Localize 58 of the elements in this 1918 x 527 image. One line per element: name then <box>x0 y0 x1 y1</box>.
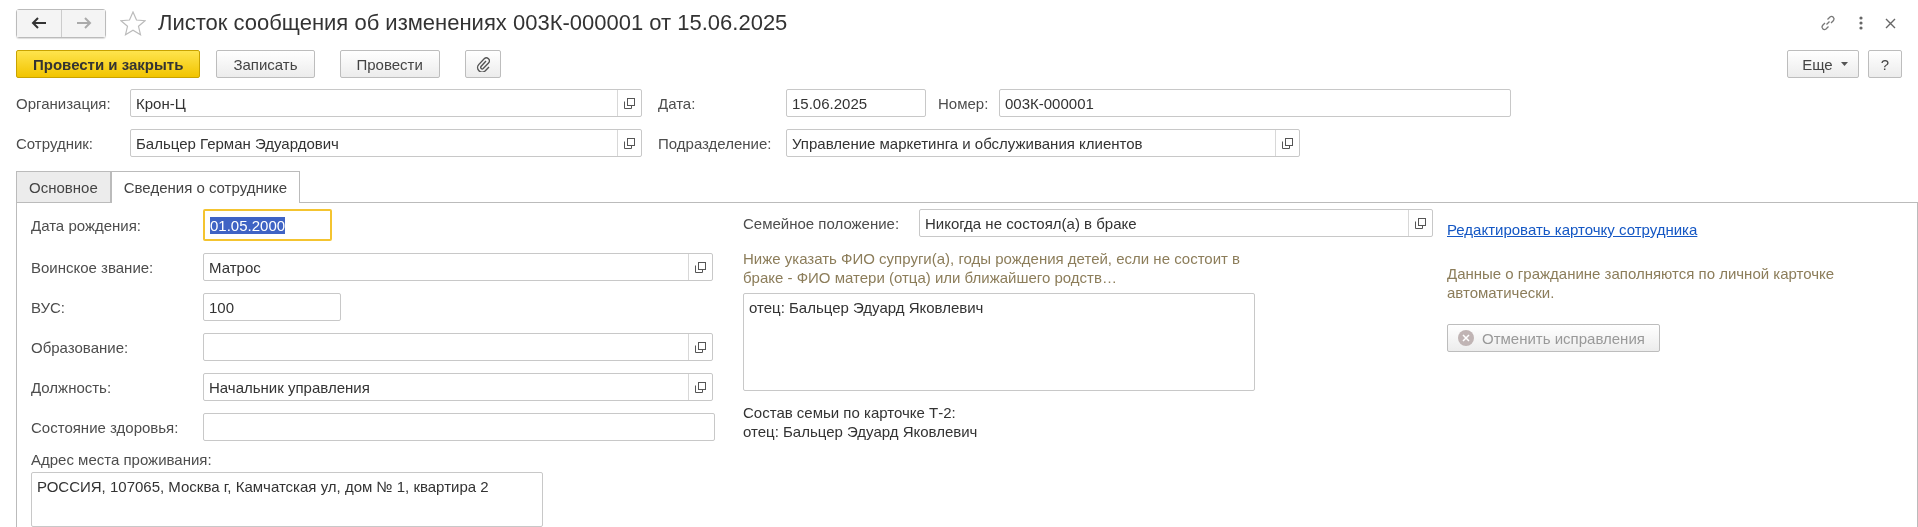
window-title: Листок сообщения об изменениях 003К-000001 от 15.06.2025 <box>158 10 788 36</box>
caret-icon <box>1840 62 1848 66</box>
open-icon <box>695 261 706 273</box>
post-and-close-button[interactable]: Провести и закрыть <box>16 50 201 78</box>
tab[interactable]: Сведения о сотруднике <box>110 171 301 203</box>
link-icon[interactable] <box>1819 14 1837 32</box>
toolbar-button[interactable]: Записать <box>216 50 315 78</box>
input-field[interactable]: Управление маркетинга и обслуживания клиентов <box>786 129 1300 157</box>
edit-link[interactable]: Редактировать карточку сотрудника <box>1447 221 1917 238</box>
field-label: Должность: <box>31 378 113 396</box>
open-icon <box>624 97 635 109</box>
open-icon <box>695 381 706 393</box>
address-field[interactable]: РОССИЯ, 107065, Москва г, Камчатская ул, дом № 1, квартира 2 <box>31 472 543 527</box>
toolbar-button[interactable]: Провести <box>339 50 440 78</box>
open-icon <box>624 137 635 149</box>
back-button[interactable] <box>17 9 61 37</box>
field-label: Организация: <box>16 94 112 112</box>
input-field[interactable]: 003К-000001 <box>999 89 1511 117</box>
info-text: Состав семьи по карточке Т-2: <box>743 403 957 422</box>
field-label: Состояние здоровья: <box>31 418 180 436</box>
field-label: Образование: <box>31 338 130 356</box>
input-field[interactable] <box>203 333 713 361</box>
more-icon[interactable] <box>1859 16 1863 30</box>
input-field[interactable]: Бальцер Герман Эдуардович <box>130 129 642 157</box>
left-arrow-icon <box>31 17 47 29</box>
more-button[interactable]: Еще <box>1787 50 1859 78</box>
help-button[interactable]: ? <box>1867 50 1902 78</box>
field-label: Подразделение: <box>658 134 773 152</box>
input-field[interactable]: Матрос <box>203 253 713 281</box>
open-icon <box>1282 137 1293 149</box>
field-label: Номер: <box>938 94 990 112</box>
field-label: Семейное положение: <box>743 214 901 232</box>
input-field[interactable] <box>203 413 715 441</box>
input-field[interactable]: Крон-Ц <box>130 89 642 117</box>
cancel-icon <box>1458 330 1474 346</box>
field-label: Адрес места проживания: <box>31 451 213 468</box>
input-field[interactable]: 100 <box>203 293 341 321</box>
info-text: Данные о гражданине заполняются по личной карточке автоматически. <box>1447 264 1836 302</box>
tab[interactable]: Основное <box>16 171 111 202</box>
input-field[interactable]: Начальник управления <box>203 373 713 401</box>
close-icon[interactable] <box>1885 17 1896 29</box>
input-field[interactable]: 01.05.2000 <box>203 209 332 241</box>
open-icon <box>1415 217 1426 229</box>
attach-button[interactable] <box>464 50 501 78</box>
info-text: отец: Бальцер Эдуард Яковлевич <box>743 422 979 441</box>
field-label: Сотрудник: <box>16 134 95 152</box>
field-label: Дата: <box>658 94 697 112</box>
paperclip-icon <box>475 56 490 72</box>
hint-text: Ниже указать ФИО супруги(а), годы рождения детей, если не состоит в браке - ФИО матери (отца) или ближайшего родств… <box>743 249 1242 287</box>
input-field[interactable]: Никогда не состоял(а) в браке <box>919 209 1433 237</box>
star-icon[interactable] <box>120 10 146 36</box>
notes-field[interactable]: отец: Бальцер Эдуард Яковлевич <box>743 293 1255 391</box>
right-arrow-icon <box>75 17 92 29</box>
field-label: Воинское звание: <box>31 258 155 276</box>
field-label: ВУС: <box>31 298 67 316</box>
input-field[interactable]: 15.06.2025 <box>786 89 926 117</box>
field-label: Дата рождения: <box>31 216 142 234</box>
open-icon <box>695 341 706 353</box>
